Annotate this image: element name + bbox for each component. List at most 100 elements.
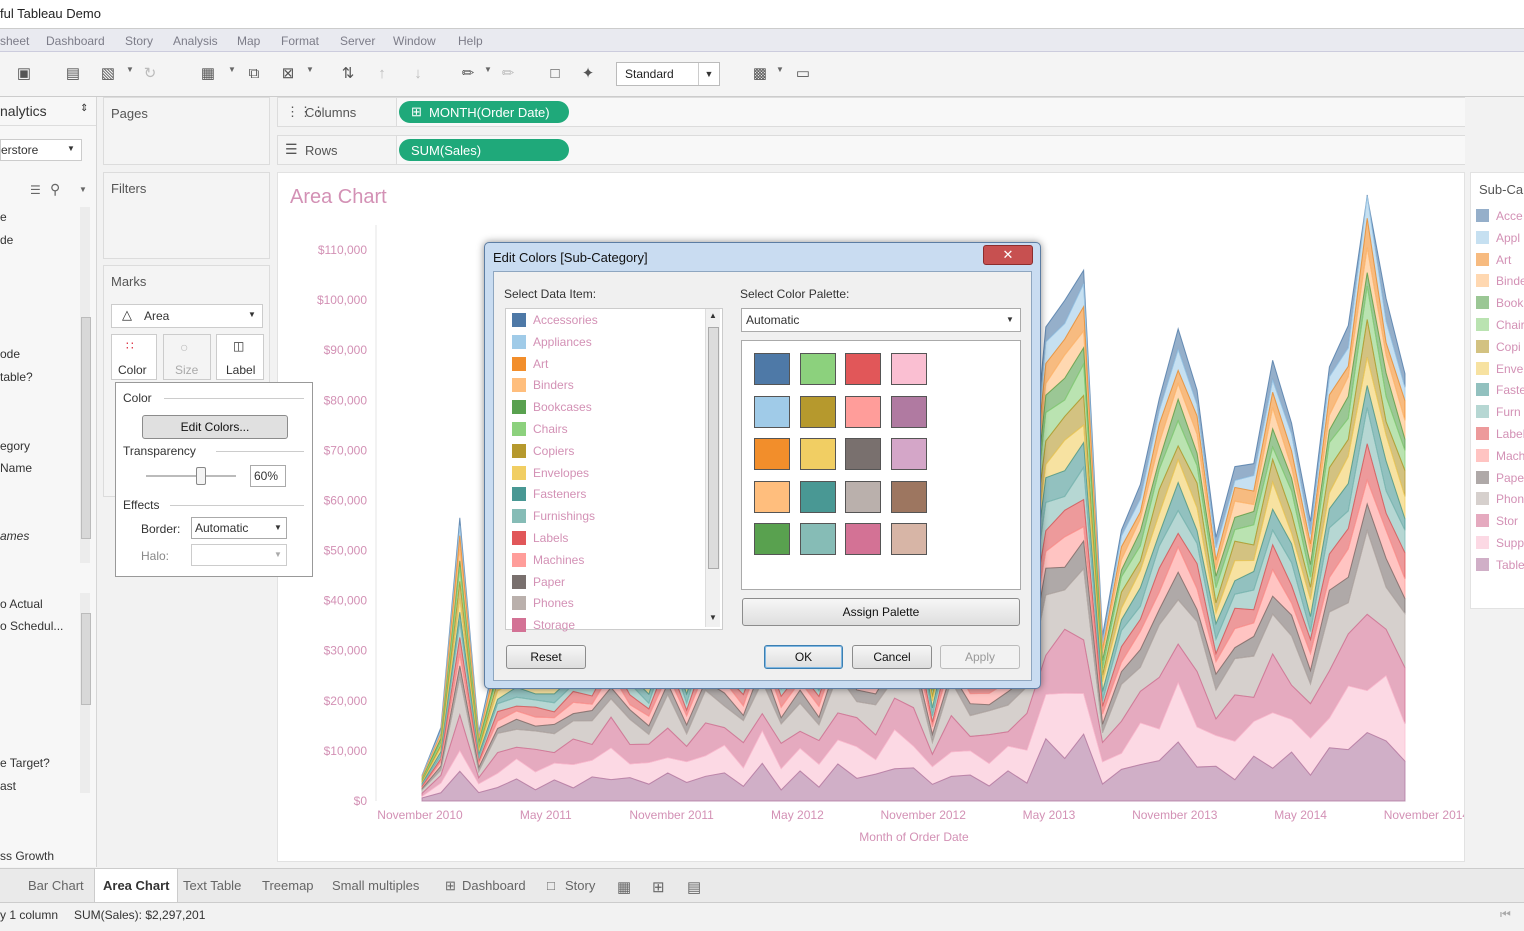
data-item[interactable]: Paper: [512, 573, 700, 591]
chevron-up-icon[interactable]: ▲: [709, 311, 717, 320]
list-scrollbar[interactable]: ▲ ▼: [705, 309, 720, 627]
pages-card[interactable]: Pages: [103, 97, 270, 165]
data-item[interactable]: Binders: [512, 376, 700, 394]
palette-swatch[interactable]: [754, 395, 790, 428]
refresh-icon[interactable]: ↻: [140, 64, 160, 84]
data-item[interactable]: Machines: [512, 551, 700, 569]
legend-item[interactable]: Furn: [1476, 404, 1524, 420]
show-labels-icon[interactable]: □: [545, 64, 565, 84]
palette-swatch[interactable]: [890, 353, 927, 385]
data-item[interactable]: Storage: [512, 616, 700, 634]
datasource-select[interactable]: erstore ▼: [0, 139, 82, 161]
field-item[interactable]: e: [0, 210, 7, 224]
sort-ascending-icon[interactable]: ↑: [372, 64, 392, 84]
palette-swatch[interactable]: [845, 523, 881, 555]
new-worksheet-icon[interactable]: ▦: [617, 878, 631, 896]
legend-item[interactable]: Chair: [1476, 317, 1524, 333]
data-item[interactable]: Copiers: [512, 442, 700, 460]
legend-item[interactable]: Phon: [1476, 491, 1524, 507]
legend-item[interactable]: Stor: [1476, 513, 1524, 529]
reset-button[interactable]: Reset: [506, 645, 586, 669]
swap-icon[interactable]: ⇅: [338, 64, 358, 84]
chevron-down-icon[interactable]: ▼: [484, 65, 492, 74]
palette-swatch[interactable]: [890, 395, 927, 428]
data-item[interactable]: Fasteners: [512, 485, 700, 503]
search-icon[interactable]: ⚲: [50, 181, 60, 198]
scroll-thumb[interactable]: [708, 327, 719, 569]
sum-sales-pill[interactable]: SUM(Sales): [399, 139, 569, 161]
measure-item[interactable]: ss Growth: [0, 849, 54, 863]
measure-item[interactable]: o Schedul...: [0, 619, 63, 633]
highlight-icon[interactable]: ✏: [458, 64, 478, 84]
palette-swatch[interactable]: [845, 395, 881, 428]
palette-swatch[interactable]: [799, 480, 836, 513]
menu-story[interactable]: Story: [125, 34, 153, 48]
data-item[interactable]: Bookcases: [512, 398, 700, 416]
slider-thumb[interactable]: [196, 467, 206, 485]
save-icon[interactable]: ▣: [14, 64, 34, 84]
palette-swatch[interactable]: [845, 480, 881, 513]
fit-select[interactable]: Standard ▼: [616, 62, 720, 86]
data-item[interactable]: Labels: [512, 529, 700, 547]
legend-item[interactable]: Enve: [1476, 361, 1524, 377]
palette-swatch[interactable]: [754, 438, 790, 470]
size-button[interactable]: ○ Size: [163, 334, 211, 380]
halo-select[interactable]: ▼: [191, 544, 287, 566]
transparency-input[interactable]: 60%: [250, 465, 286, 487]
field-item[interactable]: table?: [0, 370, 33, 384]
datasource-icon[interactable]: ▧: [98, 64, 118, 84]
menu-analysis[interactable]: Analysis: [173, 34, 218, 48]
apply-button[interactable]: Apply: [940, 645, 1020, 669]
clear-sheet-icon[interactable]: ⊠: [278, 64, 298, 84]
chevron-down-icon[interactable]: ▼: [776, 65, 784, 74]
group-icon[interactable]: ✏: [498, 64, 518, 84]
data-item[interactable]: Art: [512, 355, 700, 373]
legend-item[interactable]: Acce: [1476, 208, 1524, 224]
new-sheet-icon[interactable]: ▦: [198, 64, 218, 84]
field-item[interactable]: egory: [0, 439, 30, 453]
data-item[interactable]: Envelopes: [512, 464, 700, 482]
tab-treemap[interactable]: Treemap: [262, 878, 314, 893]
field-item[interactable]: de: [0, 233, 13, 247]
sort-descending-icon[interactable]: ↓: [408, 64, 428, 84]
legend-item[interactable]: Mach: [1476, 448, 1524, 464]
label-button[interactable]: ◫ Label: [216, 334, 264, 380]
palette-swatch[interactable]: [754, 480, 790, 513]
tab-bar-chart[interactable]: Bar Chart: [28, 878, 84, 893]
chevron-down-icon[interactable]: ▼: [228, 65, 236, 74]
show-me-icon[interactable]: ▩: [750, 64, 770, 84]
legend-item[interactable]: Supp: [1476, 535, 1524, 551]
pin-icon[interactable]: ✦: [578, 64, 598, 84]
tab-dashboard[interactable]: Dashboard: [462, 878, 526, 893]
palette-swatch[interactable]: [845, 438, 881, 470]
legend-item[interactable]: Table: [1476, 557, 1524, 573]
filters-card[interactable]: Filters: [103, 172, 270, 259]
palette-swatch[interactable]: [890, 480, 927, 513]
chevron-down-icon[interactable]: ▼: [79, 185, 87, 194]
rows-shelf[interactable]: ☰ Rows SUM(Sales): [277, 135, 1465, 165]
data-item[interactable]: Furnishings: [512, 507, 700, 525]
view-list-icon[interactable]: ☰: [30, 183, 41, 197]
tab-small-multiples[interactable]: Small multiples: [332, 878, 419, 893]
measures-scrollbar[interactable]: [80, 593, 91, 793]
duplicate-sheet-icon[interactable]: ⧉: [244, 64, 264, 84]
palette-swatch[interactable]: [845, 353, 881, 385]
palette-swatch[interactable]: [799, 438, 836, 470]
palette-swatch[interactable]: [754, 353, 790, 385]
dimensions-scrollbar[interactable]: [80, 207, 91, 563]
menu-window[interactable]: Window: [393, 34, 436, 48]
palette-swatch[interactable]: [890, 438, 927, 470]
cancel-button[interactable]: Cancel: [852, 645, 932, 669]
scroll-thumb[interactable]: [81, 613, 91, 705]
palette-swatch[interactable]: [799, 395, 836, 428]
palette-select[interactable]: Automatic ▼: [741, 308, 1021, 332]
columns-shelf[interactable]: ⋮⋮⋮ Columns ⊞ MONTH(Order Date): [277, 97, 1465, 127]
legend-item[interactable]: Binde: [1476, 273, 1524, 289]
palette-swatch[interactable]: [799, 353, 836, 385]
palette-swatch[interactable]: [799, 523, 836, 555]
legend-item[interactable]: Label: [1476, 426, 1524, 442]
ok-button[interactable]: OK: [764, 645, 843, 669]
data-item[interactable]: Chairs: [512, 420, 700, 438]
mark-type-select[interactable]: △ Area ▼: [111, 304, 263, 328]
measure-item[interactable]: ast: [0, 779, 16, 793]
